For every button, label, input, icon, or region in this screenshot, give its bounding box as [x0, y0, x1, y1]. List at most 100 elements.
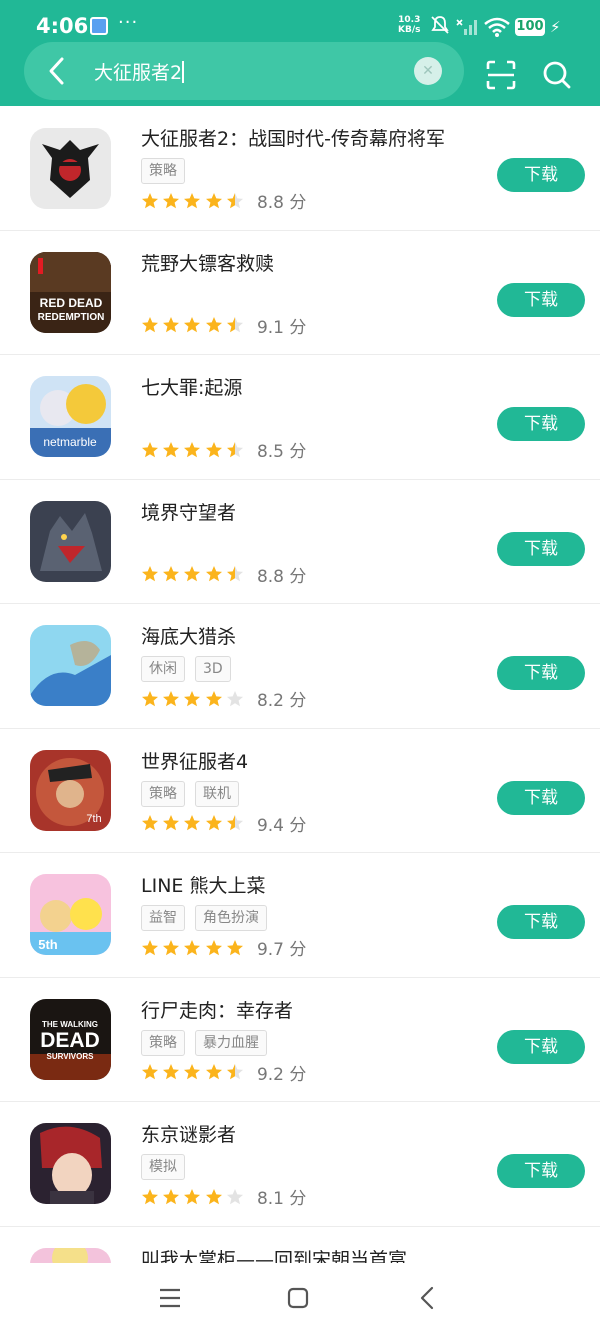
download-button[interactable]: 下载 — [497, 656, 585, 690]
scan-icon[interactable] — [486, 60, 516, 90]
star-icon — [184, 566, 201, 582]
star-icon — [142, 441, 158, 457]
star-icon — [226, 815, 243, 831]
download-button[interactable]: 下载 — [497, 531, 585, 566]
anniversary-badge: 7th — [86, 813, 101, 825]
text-cursor — [182, 61, 185, 83]
app-title: 大征服者2：战国时代-传奇幕府将军 — [141, 128, 445, 150]
app-rating: 9.2 分 — [141, 1060, 306, 1085]
star-icon — [163, 1188, 180, 1204]
back-arrow-icon[interactable] — [42, 54, 72, 88]
app-tag: 策略 — [141, 158, 185, 184]
star-icon — [163, 1064, 180, 1080]
clear-search-icon[interactable]: ✕ — [414, 57, 442, 85]
app-title: 境界守望者 — [141, 501, 237, 524]
app-icon-walking-dead: THE WALKING DEAD SURVIVORS — [30, 998, 111, 1080]
download-button[interactable]: 下载 — [497, 407, 585, 441]
walking-dead-logo: DEAD — [40, 1029, 100, 1052]
app-list-item[interactable]: netmarble 七大罪:起源 8.5 分 下载 — [0, 355, 600, 480]
app-score: 8.8 分 — [256, 193, 307, 213]
network-speed-unit: KB/s — [398, 25, 421, 35]
star-icon — [163, 566, 180, 582]
star-icon — [184, 1188, 201, 1204]
app-list-item[interactable]: 大征服者2：战国时代-传奇幕府将军 策略 8.8 分 下载 — [0, 106, 600, 231]
search-results-list: 大征服者2：战国时代-传奇幕府将军 策略 8.8 分 下载 RED DEAD R… — [0, 106, 600, 1333]
star-icon — [226, 441, 243, 457]
app-icon-world-conqueror: 7th — [30, 749, 111, 831]
anniversary-badge: 5th — [38, 937, 58, 952]
app-tag: 策略 — [141, 780, 185, 807]
star-icon — [226, 566, 243, 582]
star-icon — [142, 317, 158, 333]
app-rating: 8.2 分 — [141, 686, 306, 711]
download-button[interactable]: 下载 — [497, 1029, 585, 1064]
app-score: 8.8 分 — [256, 566, 307, 587]
download-button[interactable]: 下载 — [497, 905, 585, 939]
star-icon — [163, 317, 180, 333]
star-icon — [142, 566, 158, 582]
download-button[interactable]: 下载 — [497, 282, 585, 317]
status-time: 4:06 — [36, 14, 89, 38]
recent-apps-menu-icon[interactable] — [158, 1287, 182, 1309]
star-icon — [205, 815, 222, 831]
app-score: 9.2 分 — [256, 1064, 307, 1085]
app-rating: 8.1 分 — [141, 1184, 306, 1209]
app-title: 海底大猎杀 — [141, 626, 237, 648]
star-icon — [163, 815, 180, 831]
network-speed: 10.3 KB/s — [398, 15, 420, 35]
red-dead-logo: RED DEAD — [40, 296, 103, 310]
network-speed-value: 10.3 — [398, 15, 421, 25]
star-icon — [184, 815, 201, 831]
star-icon — [184, 317, 201, 333]
home-icon[interactable] — [287, 1287, 309, 1309]
netmarble-logo: netmarble — [43, 435, 97, 449]
app-list-item[interactable]: 海底大猎杀 休闲 3D 8.2 分 下载 — [0, 604, 600, 729]
app-rating: 8.8 分 — [141, 562, 306, 587]
more-notifications-icon: ··· — [118, 12, 139, 33]
app-list-item[interactable]: RED DEAD REDEMPTION 荒野大镖客救赎 9.1 分 下载 — [0, 231, 600, 355]
header: 4:06 ··· 10.3 KB/s 100 ⚡ 大征服者2 ✕ — [0, 0, 600, 106]
star-icon — [226, 317, 243, 333]
app-title: 世界征服者4 — [141, 750, 249, 773]
app-tags: 模拟 — [141, 1154, 185, 1180]
app-icon-werewolf — [30, 500, 111, 582]
app-tag: 暴力血腥 — [195, 1029, 267, 1056]
star-icon — [163, 192, 180, 208]
app-icon-red-dead: RED DEAD REDEMPTION — [30, 251, 111, 333]
redemption-logo: REDEMPTION — [38, 312, 105, 323]
star-icon — [142, 1188, 158, 1204]
search-query: 大征服者2 — [94, 62, 183, 84]
app-list-item[interactable]: 东京谜影者 模拟 8.1 分 下载 — [0, 1102, 600, 1227]
app-tag: 策略 — [141, 1029, 185, 1056]
app-tag: 休闲 — [141, 656, 185, 682]
app-tag: 联机 — [195, 780, 239, 807]
star-icon — [184, 1064, 201, 1080]
app-list-item[interactable]: 境界守望者 8.8 分 下载 — [0, 480, 600, 604]
app-tags: 休闲 3D — [141, 656, 231, 682]
download-button[interactable]: 下载 — [497, 158, 585, 192]
star-icon — [142, 815, 158, 831]
star-icon — [205, 317, 222, 333]
search-input[interactable]: 大征服者2 — [94, 58, 185, 85]
charging-icon: ⚡ — [550, 18, 561, 36]
notification-app-icon — [90, 17, 108, 35]
star-icon — [226, 1188, 243, 1204]
star-icon — [226, 690, 243, 706]
search-icon[interactable] — [542, 59, 572, 91]
back-icon[interactable] — [418, 1285, 436, 1311]
app-tag: 3D — [195, 656, 231, 682]
app-score: 8.1 分 — [256, 1189, 307, 1209]
app-list-item[interactable]: 5th LINE 熊大上菜 益智 角色扮演 9.7 分 下载 — [0, 853, 600, 978]
star-icon — [205, 690, 222, 706]
star-icon — [205, 939, 222, 955]
app-tags: 策略 联机 — [141, 780, 239, 807]
app-list-item[interactable]: THE WALKING DEAD SURVIVORS 行尸走肉：幸存者 策略 暴… — [0, 978, 600, 1102]
app-rating: 9.4 分 — [141, 811, 306, 836]
app-icon-hungry-shark — [30, 625, 111, 706]
app-rating: 9.1 分 — [141, 313, 306, 338]
download-button[interactable]: 下载 — [497, 780, 585, 815]
star-icon — [184, 939, 201, 955]
app-list-item[interactable]: 7th 世界征服者4 策略 联机 9.4 分 下载 — [0, 729, 600, 853]
download-button[interactable]: 下载 — [497, 1154, 585, 1188]
star-icon — [142, 1064, 158, 1080]
